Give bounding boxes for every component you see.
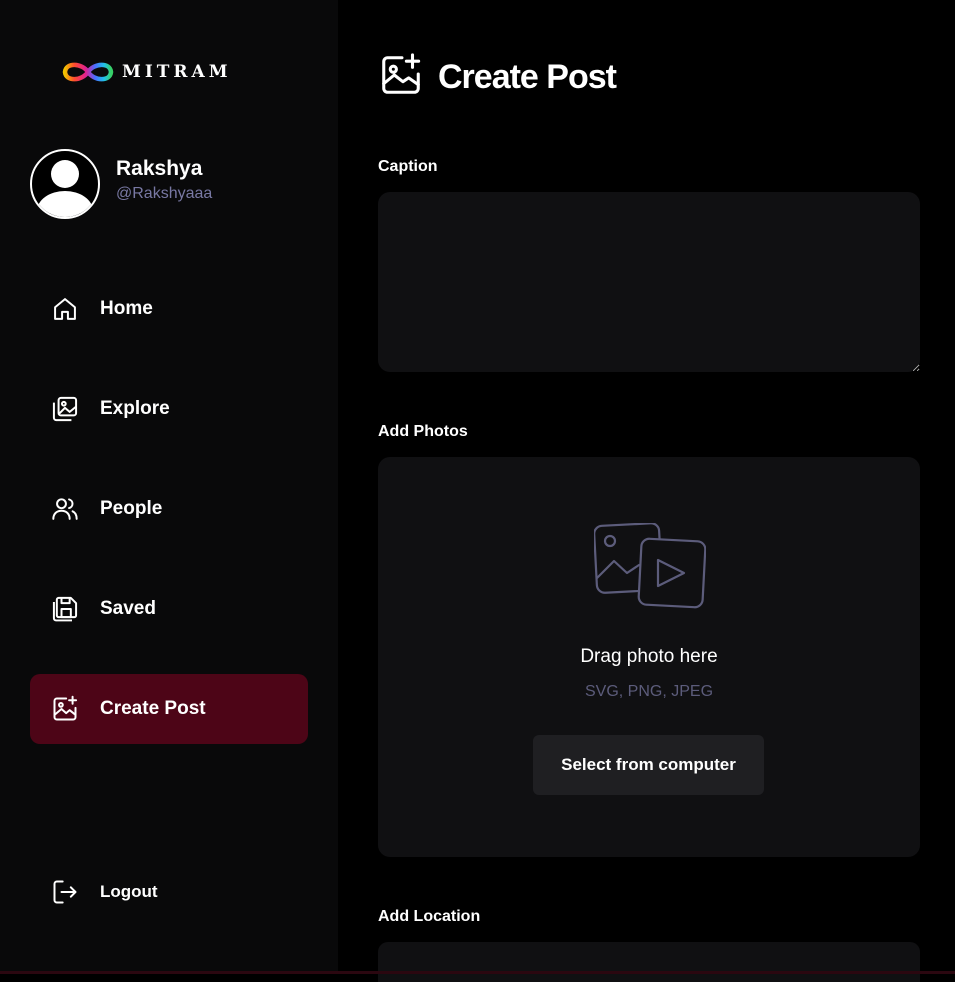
add-location-label: Add Location <box>378 908 481 925</box>
image-add-icon <box>378 52 424 103</box>
file-upload-icon <box>593 522 707 614</box>
sidebar: MITRAM Rakshya @Rakshyaaa Home Explore P… <box>0 0 338 974</box>
photo-dropzone[interactable]: Drag photo here SVG, PNG, JPEG Select fr… <box>378 457 920 857</box>
logout-icon <box>50 877 80 907</box>
gallery-icon <box>50 394 80 424</box>
caption-input[interactable] <box>378 192 920 372</box>
sidebar-item-label: People <box>100 498 163 519</box>
logo[interactable]: MITRAM <box>60 59 232 85</box>
infinity-logo-icon <box>62 62 114 82</box>
select-from-computer-button[interactable]: Select from computer <box>533 735 764 795</box>
add-photos-label: Add Photos <box>378 423 468 440</box>
image-add-icon <box>50 694 80 724</box>
logout-label: Logout <box>100 882 158 901</box>
sidebar-item-explore[interactable]: Explore <box>30 374 308 444</box>
profile-card[interactable]: Rakshya @Rakshyaaa <box>30 149 212 219</box>
user-avatar-icon[interactable] <box>30 149 100 219</box>
caption-label: Caption <box>378 158 438 175</box>
dropzone-formats: SVG, PNG, JPEG <box>584 683 714 700</box>
sidebar-item-create-post[interactable]: Create Post <box>30 674 308 744</box>
bookmark-icon <box>50 594 80 624</box>
location-input[interactable] <box>378 942 920 982</box>
profile-handle: @Rakshyaaa <box>116 185 213 202</box>
home-icon <box>50 294 80 324</box>
page-title: Create Post <box>438 58 617 96</box>
dropzone-title: Drag photo here <box>580 646 718 667</box>
sidebar-item-label: Home <box>100 298 153 319</box>
sidebar-item-saved[interactable]: Saved <box>30 574 308 644</box>
sidebar-item-home[interactable]: Home <box>30 274 308 344</box>
page-header: Create Post <box>378 52 617 103</box>
logout-button[interactable]: Logout <box>50 877 158 907</box>
sidebar-item-label: Create Post <box>100 698 206 719</box>
sidebar-item-label: Explore <box>100 398 170 419</box>
profile-name: Rakshya <box>116 157 203 180</box>
people-icon <box>50 494 80 524</box>
logo-text: MITRAM <box>122 62 232 82</box>
sidebar-item-people[interactable]: People <box>30 474 308 544</box>
sidebar-item-label: Saved <box>100 598 156 619</box>
